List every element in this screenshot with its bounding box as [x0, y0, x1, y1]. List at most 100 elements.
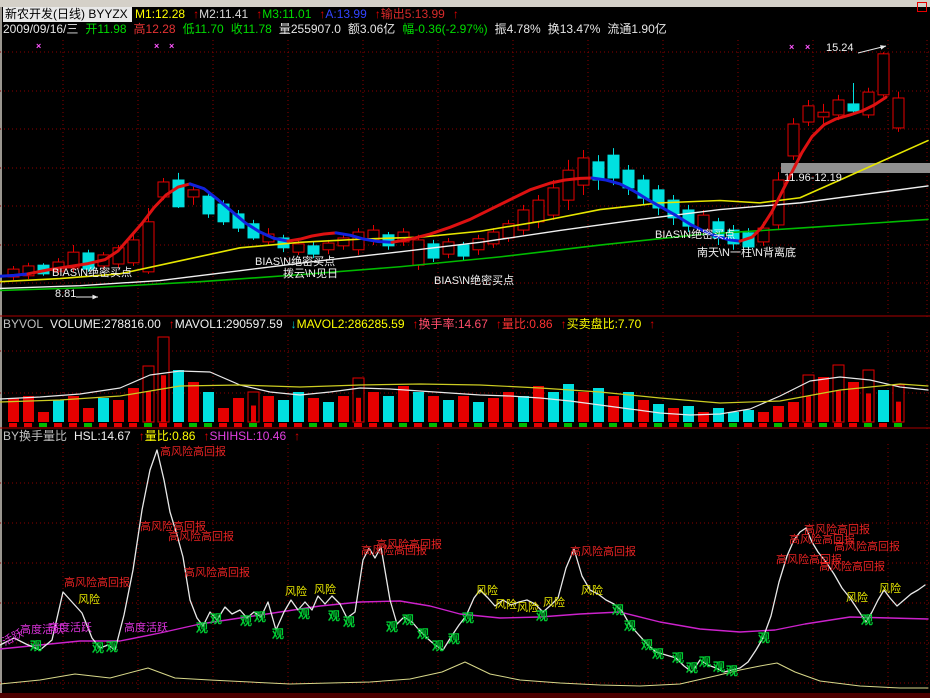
deduction-tick [789, 423, 797, 427]
deduction-tick [714, 423, 722, 427]
deduction-tick [474, 423, 482, 427]
deduction-tick [399, 423, 407, 427]
deduction-tick [84, 423, 92, 427]
deduction-tick [189, 423, 197, 427]
volume-header-value: 买卖盘比:7.70 [566, 317, 642, 331]
turnover-panel-header: BY换手量比 HSL:14.67 ↑量比:0.86 ↑SHIHSL:10.46 ↑ [3, 429, 928, 444]
candle-body [577, 157, 590, 186]
price-gap-band [781, 163, 930, 173]
deduction-tick [684, 423, 692, 427]
candle-body [427, 243, 440, 259]
deduction-tick [849, 423, 857, 427]
volume-bar-down [683, 406, 694, 422]
volume-bar-down [713, 408, 724, 422]
volume-bar-down [323, 402, 334, 422]
candle-body [487, 231, 500, 245]
volume-bar-up [773, 406, 784, 422]
deduction-tick [744, 423, 752, 427]
charts-canvas[interactable] [0, 0, 930, 698]
deduction-tick [579, 423, 587, 427]
deduction-tick [564, 423, 572, 427]
volume-bar-down [98, 398, 109, 422]
volume-panel-header: BYVOL VOLUME:278816.00 ↑MAVOL1:290597.59 ↓M… [3, 317, 928, 332]
deduction-tick [864, 423, 872, 427]
volume-bar-up [83, 408, 94, 422]
candle-body [202, 195, 215, 215]
volume-bar-down [743, 410, 754, 422]
deduction-tick [729, 423, 737, 427]
deduction-tick [69, 423, 77, 427]
volume-bar-down [878, 390, 889, 422]
deduction-tick [444, 423, 452, 427]
deduction-tick [99, 423, 107, 427]
deduction-tick [429, 423, 437, 427]
volume-bar-inner [161, 375, 166, 422]
deduction-tick [264, 423, 272, 427]
deduction-tick [39, 423, 47, 427]
deduction-tick [894, 423, 902, 427]
shihsl-line [0, 600, 929, 650]
candle-body [412, 239, 425, 266]
up-arrow-icon: ↑ [560, 317, 567, 331]
volume-bar-down [383, 396, 394, 422]
volume-bar-down [443, 400, 454, 422]
candle-body [322, 242, 335, 251]
candle-body [817, 111, 830, 118]
deduction-tick [534, 423, 542, 427]
candle-body [292, 243, 305, 253]
deduction-tick [519, 423, 527, 427]
hsl-line [0, 449, 926, 673]
candle-body [352, 231, 365, 251]
deduction-tick [624, 423, 632, 427]
candle-body [187, 189, 200, 198]
deduction-tick [504, 423, 512, 427]
volume-bar-inner [806, 396, 811, 422]
deduction-tick [489, 423, 497, 427]
volume-bar-up [368, 392, 379, 422]
deduction-tick [804, 423, 812, 427]
deduction-tick [54, 423, 62, 427]
volume-bar-up [218, 408, 229, 422]
volume-bar-inner [146, 391, 151, 422]
volume-bar-inner [836, 390, 841, 422]
deduction-tick [204, 423, 212, 427]
deduction-tick [339, 423, 347, 427]
deduction-tick [234, 423, 242, 427]
candle-body [772, 179, 785, 226]
deduction-tick [699, 423, 707, 427]
volume-bar-up [398, 386, 409, 422]
candle-body [847, 103, 860, 112]
volume-bar-up [188, 382, 199, 422]
candle-body [532, 199, 545, 223]
volume-bar-down [53, 400, 64, 422]
candle-body [172, 179, 185, 208]
volume-header-value: 量比:0.86 [501, 317, 553, 331]
annotation-arrowhead [92, 294, 98, 300]
turnover-header-value: 量比:0.86 [144, 429, 196, 443]
candle-body [307, 245, 320, 255]
volume-bar-up [38, 412, 49, 422]
deduction-tick [324, 423, 332, 427]
deduction-tick [294, 423, 302, 427]
deduction-tick [309, 423, 317, 427]
volume-bar-up [23, 396, 34, 422]
volume-bar-down [728, 412, 739, 422]
candle-body [547, 187, 560, 216]
deduction-tick [549, 423, 557, 427]
deduction-tick [669, 423, 677, 427]
deduction-tick [459, 423, 467, 427]
candle-body [382, 234, 395, 247]
deduction-tick [819, 423, 827, 427]
candle-body [802, 105, 815, 123]
deduction-tick [279, 423, 287, 427]
deduction-tick [159, 423, 167, 427]
volume-bar-down [473, 402, 484, 422]
deduction-tick [384, 423, 392, 427]
volume-bar-up [458, 396, 469, 422]
deduction-tick [24, 423, 32, 427]
deduction-tick [834, 423, 842, 427]
volume-bar-up [233, 398, 244, 422]
volume-bar-up [488, 398, 499, 422]
volume-bar-up [263, 396, 274, 422]
deduction-tick [414, 423, 422, 427]
